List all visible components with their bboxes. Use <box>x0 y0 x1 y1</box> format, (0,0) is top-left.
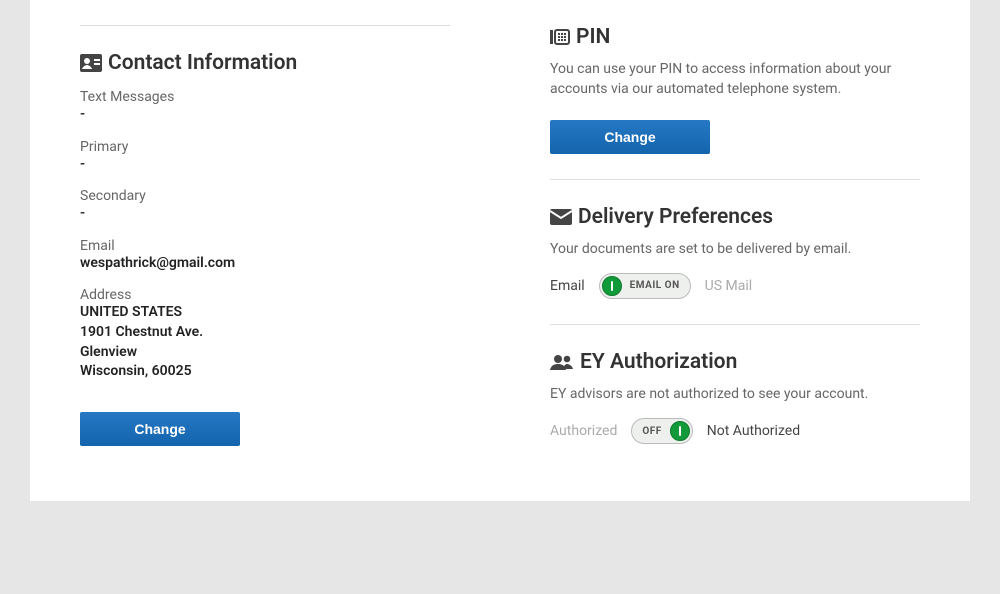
ey-toggle-row: Authorized OFF Not Authorized <box>550 418 920 444</box>
delivery-option-email: Email <box>550 278 585 294</box>
address-city: Glenview <box>80 343 450 363</box>
ey-authorization-section: EY Authorization EY advisors are not aut… <box>550 350 920 444</box>
ey-toggle[interactable]: OFF <box>631 418 692 444</box>
change-pin-button[interactable]: Change <box>550 120 710 154</box>
address-state-zip: Wisconsin, 60025 <box>80 362 450 382</box>
delivery-heading: Delivery Preferences <box>550 205 920 229</box>
divider <box>550 324 920 325</box>
delivery-toggle-row: Email EMAIL ON US Mail <box>550 273 920 299</box>
ey-heading: EY Authorization <box>550 350 920 374</box>
text-messages-value: - <box>80 105 450 125</box>
ey-title: EY Authorization <box>580 350 737 374</box>
toggle-knob-icon <box>670 421 690 441</box>
envelope-icon <box>550 209 572 225</box>
ey-option-authorized: Authorized <box>550 423 617 439</box>
change-contact-button[interactable]: Change <box>80 412 240 446</box>
ey-description: EY advisors are not authorized to see yo… <box>550 384 920 404</box>
email-label: Email <box>80 238 450 254</box>
delivery-title: Delivery Preferences <box>578 205 773 229</box>
pin-title: PIN <box>576 25 610 49</box>
delivery-option-usmail: US Mail <box>705 278 753 294</box>
delivery-description: Your documents are set to be delivered b… <box>550 239 920 259</box>
divider <box>80 25 450 26</box>
email-value: wespathrick@gmail.com <box>80 254 450 274</box>
ey-toggle-text: OFF <box>634 426 669 437</box>
people-icon <box>550 354 574 370</box>
pin-heading: PIN <box>550 25 920 49</box>
address-label: Address <box>80 287 450 303</box>
ey-option-not-authorized: Not Authorized <box>707 423 800 439</box>
secondary-label: Secondary <box>80 188 450 204</box>
pin-keypad-icon <box>550 28 570 46</box>
contact-information-section: Contact Information Text Messages - Prim… <box>80 0 450 446</box>
contact-info-heading: Contact Information <box>80 51 450 75</box>
primary-label: Primary <box>80 139 450 155</box>
toggle-knob-icon <box>602 276 622 296</box>
address-country: UNITED STATES <box>80 303 450 323</box>
delivery-preferences-section: Delivery Preferences Your documents are … <box>550 205 920 299</box>
contact-card-icon <box>80 54 102 72</box>
secondary-value: - <box>80 204 450 224</box>
delivery-toggle[interactable]: EMAIL ON <box>599 273 691 299</box>
pin-description: You can use your PIN to access informati… <box>550 59 920 100</box>
pin-section: PIN You can use your PIN to access infor… <box>550 25 920 154</box>
primary-value: - <box>80 155 450 175</box>
address-street: 1901 Chestnut Ave. <box>80 323 450 343</box>
contact-info-title: Contact Information <box>108 51 297 75</box>
divider <box>550 179 920 180</box>
text-messages-label: Text Messages <box>80 89 450 105</box>
delivery-toggle-text: EMAIL ON <box>622 280 688 291</box>
